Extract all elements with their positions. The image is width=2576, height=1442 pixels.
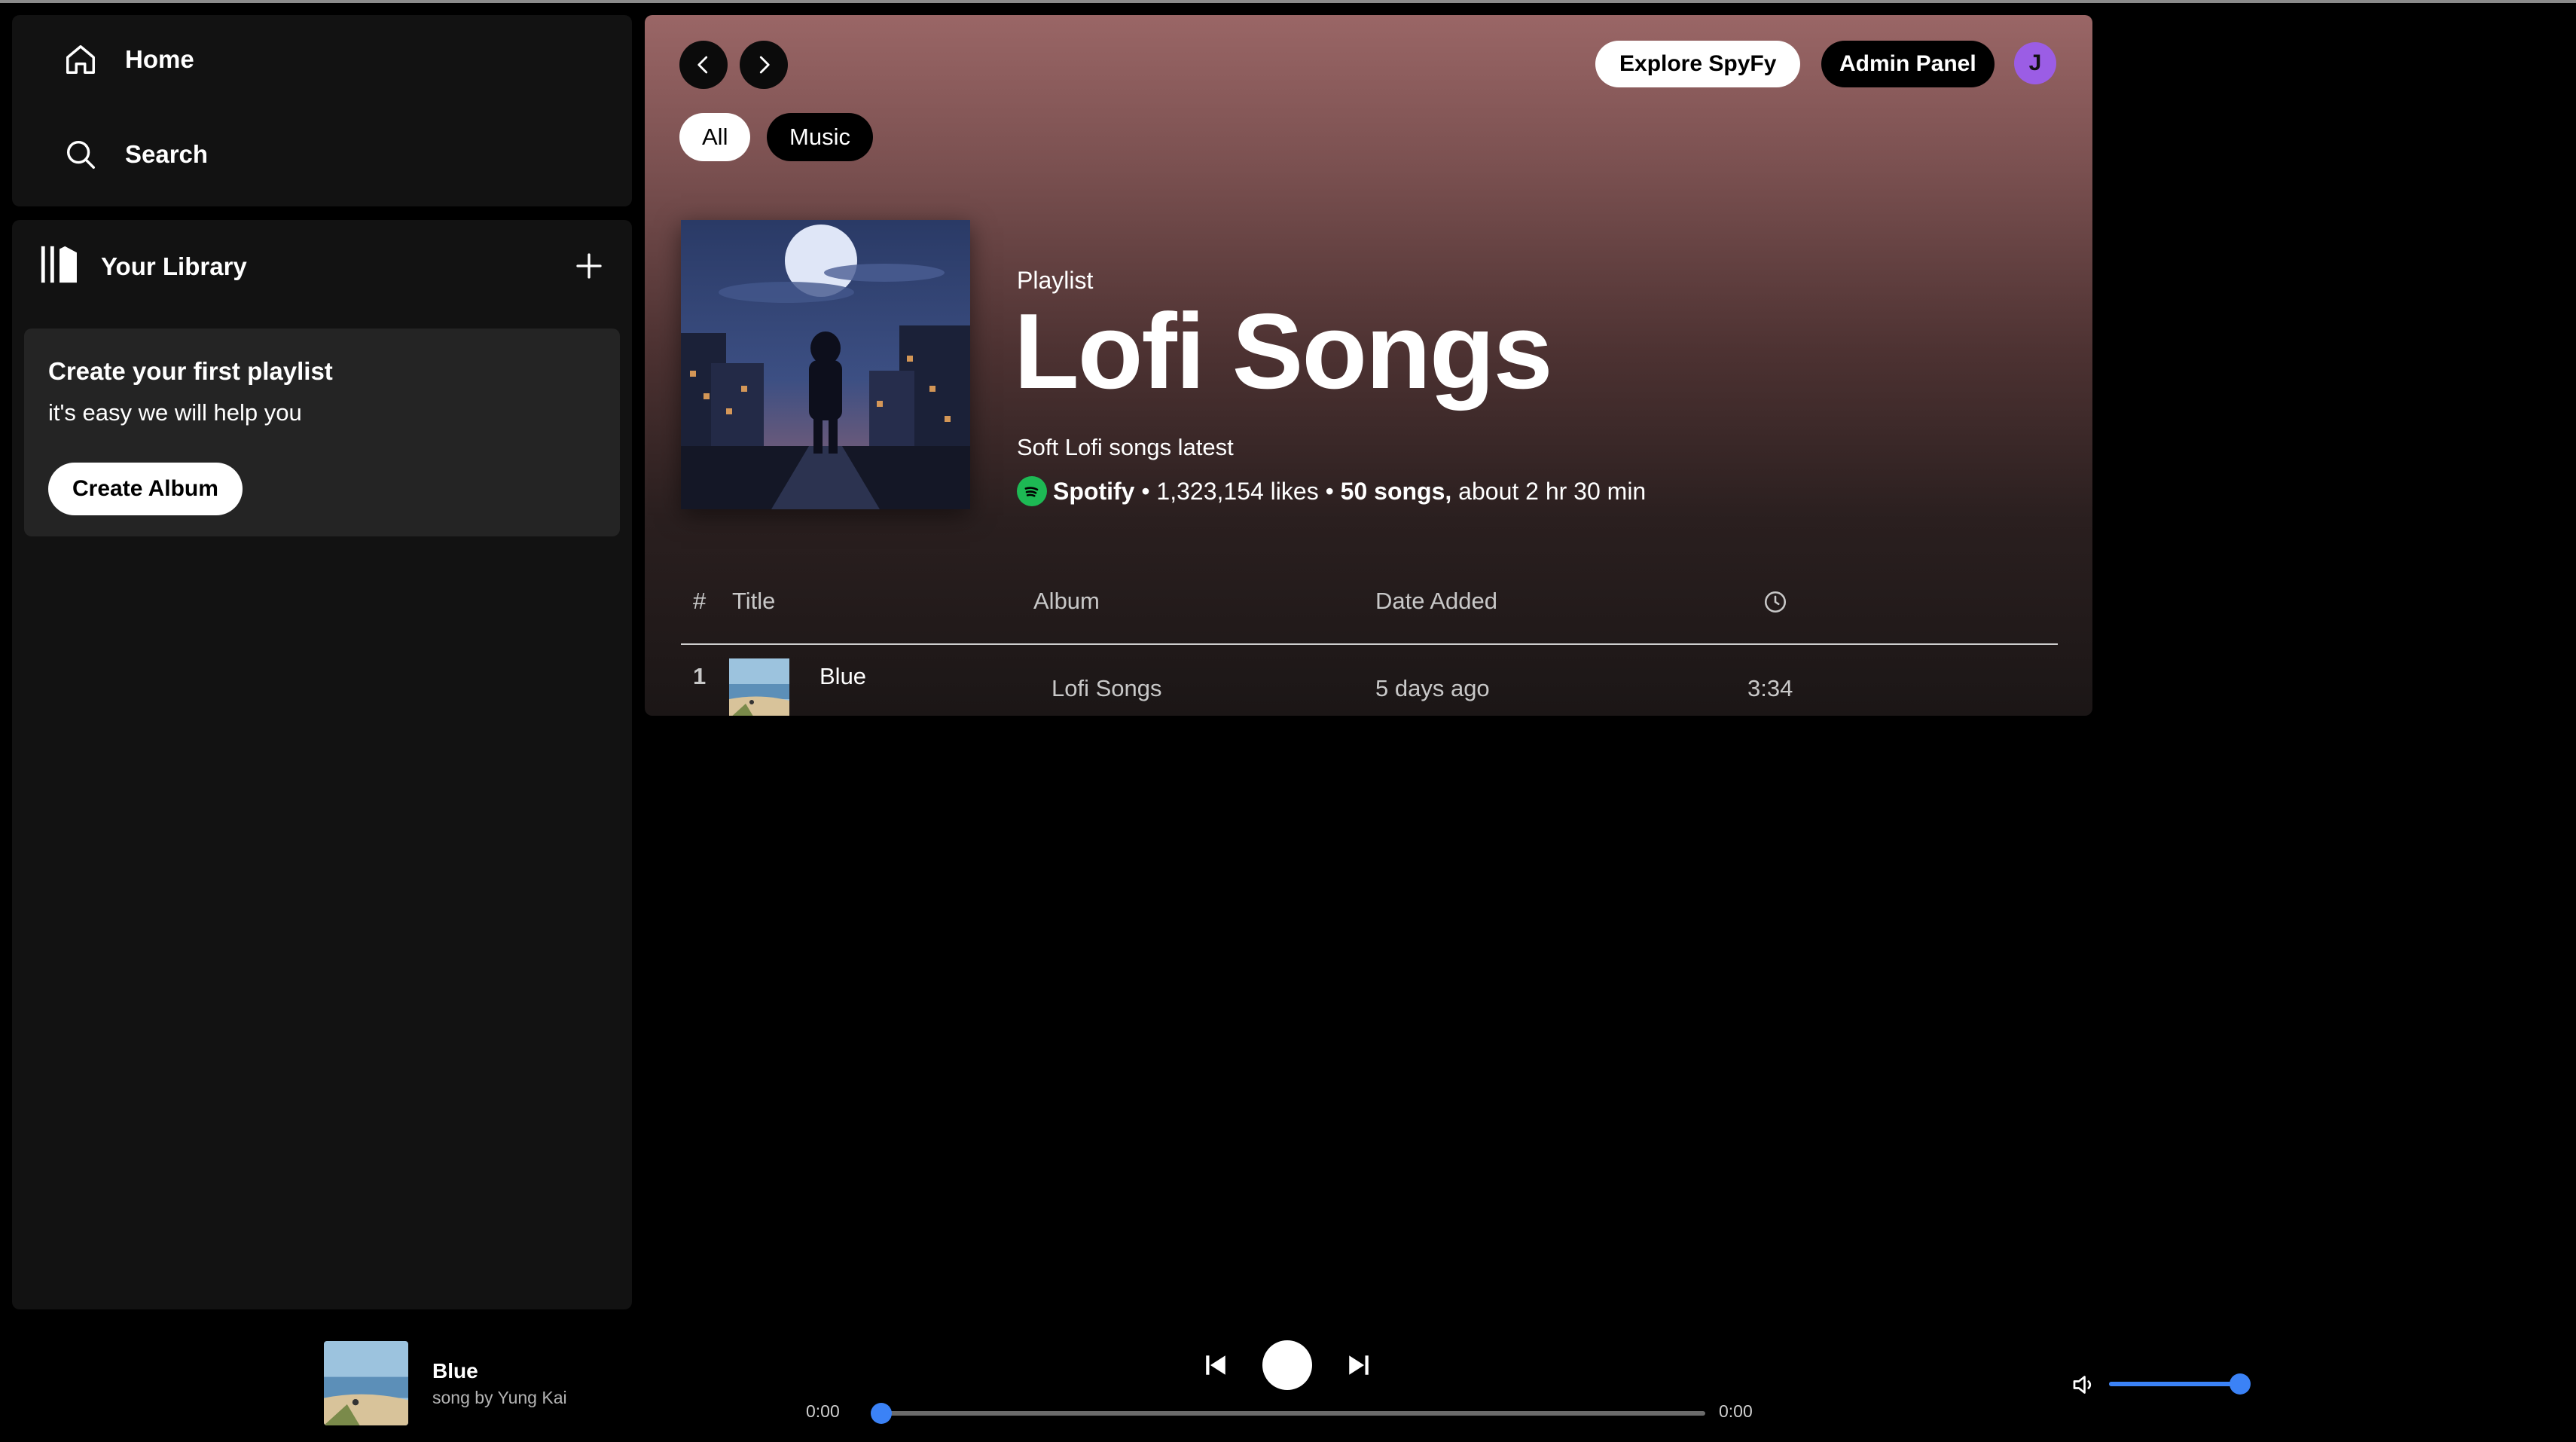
library-header[interactable]: Your Library: [38, 243, 247, 290]
playlist-title: Lofi Songs: [1014, 292, 1553, 411]
row-duration: 3:34: [1747, 675, 1793, 701]
back-button[interactable]: [679, 41, 728, 89]
filter-chip-music[interactable]: Music: [767, 113, 873, 161]
volume-knob[interactable]: [2230, 1373, 2251, 1395]
meta-separator: •: [1134, 477, 1157, 505]
table-row[interactable]: 1 Blue Lofi Songs 5 days ago 3:34: [681, 649, 2058, 716]
chevron-right-icon: [759, 56, 770, 74]
library-icon: [38, 243, 81, 290]
play-button[interactable]: [1262, 1340, 1312, 1390]
total-time: 0:00: [1719, 1401, 1753, 1421]
meta-space: [1451, 478, 1458, 506]
library-panel: Your Library Create your first playlist …: [12, 220, 632, 1309]
library-title: Your Library: [101, 252, 247, 280]
playlist-type: Playlist: [1017, 267, 1094, 294]
top-border: [0, 0, 2576, 3]
header-index: #: [693, 588, 707, 614]
header-title: Title: [732, 588, 776, 614]
playlist-meta: Spotify • 1,323,154 likes • 50 songs, ab…: [1017, 476, 1646, 506]
create-playlist-card: Create your first playlist it's easy we …: [24, 328, 620, 536]
now-playing-title: Blue: [432, 1359, 478, 1382]
row-index: 1: [693, 663, 707, 689]
plus-icon: [576, 253, 602, 279]
avatar[interactable]: J: [2014, 42, 2056, 84]
previous-button[interactable]: [1199, 1349, 1232, 1382]
clock-icon: [1763, 589, 1788, 621]
playlist-likes: 1,323,154 likes: [1156, 477, 1319, 505]
playlist-owner[interactable]: Spotify: [1053, 478, 1134, 506]
header-album: Album: [1033, 588, 1100, 614]
nav-search-label: Search: [125, 140, 209, 168]
admin-panel-button[interactable]: Admin Panel: [1821, 41, 1995, 87]
create-card-title: Create your first playlist: [48, 357, 333, 385]
row-thumbnail: [729, 658, 789, 716]
explore-button[interactable]: Explore SpyFy: [1595, 41, 1801, 87]
elapsed-time: 0:00: [806, 1401, 840, 1421]
main-content: Explore SpyFy Admin Panel J All Music Pl…: [645, 15, 2092, 716]
tracklist-header: # Title Album Date Added: [681, 573, 2058, 645]
playlist-cover: [681, 220, 970, 509]
row-title[interactable]: Blue: [819, 663, 866, 690]
next-button[interactable]: [1342, 1349, 1375, 1382]
progress-slider[interactable]: [871, 1403, 1705, 1424]
player-bar: Blue song by Yung Kai 0:00 0:00: [0, 1321, 2576, 1442]
home-icon: [60, 39, 101, 80]
playlist-description: Soft Lofi songs latest: [1017, 434, 1234, 460]
volume-slider[interactable]: [2109, 1373, 2251, 1395]
playlist-duration: about 2 hr 30 min: [1458, 477, 1647, 505]
row-date-added: 5 days ago: [1375, 675, 1490, 701]
nav-panel: Home Search: [12, 15, 632, 206]
row-album[interactable]: Lofi Songs: [1051, 675, 1162, 702]
create-album-button[interactable]: Create Album: [48, 463, 243, 515]
skip-back-icon: [1206, 1355, 1225, 1375]
spotify-logo-icon: [1017, 476, 1047, 506]
playlist-song-count: 50 songs,: [1340, 477, 1452, 505]
progress-knob[interactable]: [871, 1403, 892, 1424]
forward-button[interactable]: [740, 41, 788, 89]
filter-chip-all[interactable]: All: [679, 113, 751, 161]
header-date-added: Date Added: [1375, 588, 1498, 614]
volume-fill: [2109, 1382, 2240, 1386]
nav-search[interactable]: Search: [60, 134, 208, 175]
nav-home-label: Home: [125, 45, 194, 73]
volume-icon[interactable]: [2067, 1368, 2100, 1401]
search-icon: [60, 134, 101, 175]
nav-home[interactable]: Home: [60, 39, 194, 80]
skip-forward-icon: [1349, 1355, 1369, 1375]
now-playing-artist: song by Yung Kai: [432, 1388, 567, 1407]
meta-separator: •: [1318, 477, 1341, 505]
create-card-subtitle: it's easy we will help you: [48, 399, 302, 426]
now-playing-thumbnail: [324, 1341, 408, 1425]
chevron-left-icon: [697, 56, 708, 74]
add-playlist-button[interactable]: [569, 246, 609, 286]
